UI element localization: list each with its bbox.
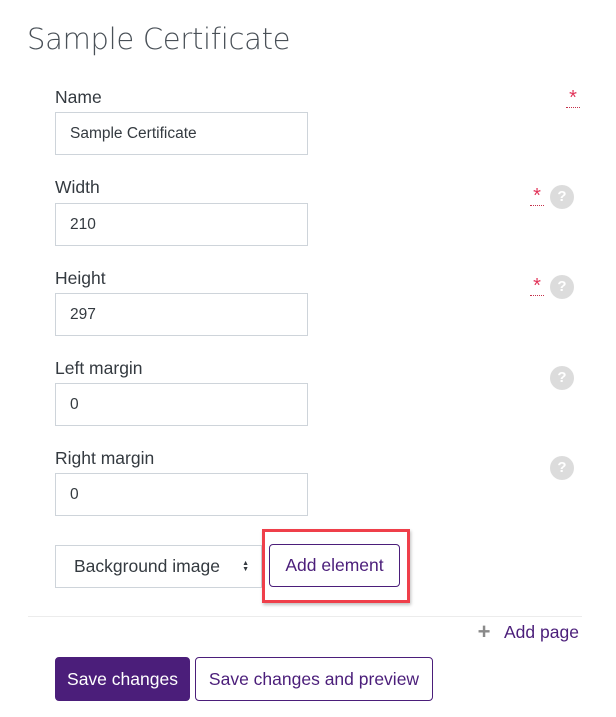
required-icon: * — [530, 276, 544, 296]
left-margin-label: Left margin — [55, 358, 143, 378]
required-icon: * — [530, 186, 544, 206]
right-margin-label: Right margin — [55, 448, 155, 468]
select-arrow-icon: ▲ ▼ — [242, 559, 249, 573]
required-icon: * — [566, 88, 580, 108]
help-icon[interactable]: ? — [550, 185, 574, 209]
help-icon[interactable]: ? — [550, 366, 574, 390]
page-title: Sample Certificate — [27, 22, 291, 56]
height-input[interactable] — [55, 293, 308, 336]
element-type-select[interactable]: Background image ▲ ▼ — [55, 545, 262, 588]
name-input[interactable] — [55, 112, 308, 155]
width-label: Width — [55, 177, 100, 197]
plus-icon: + — [477, 619, 491, 644]
add-page-link[interactable]: + Add page — [474, 619, 579, 644]
element-type-selected: Background image — [74, 556, 220, 576]
width-input[interactable] — [55, 203, 308, 246]
add-element-button[interactable]: Add element — [269, 544, 400, 587]
divider — [28, 616, 582, 617]
left-margin-input[interactable] — [55, 383, 308, 426]
help-icon[interactable]: ? — [550, 456, 574, 480]
save-changes-button[interactable]: Save changes — [55, 657, 190, 701]
save-and-preview-button[interactable]: Save changes and preview — [195, 657, 433, 701]
right-margin-input[interactable] — [55, 473, 308, 516]
help-icon[interactable]: ? — [550, 275, 574, 299]
height-label: Height — [55, 268, 106, 288]
name-label: Name — [55, 87, 102, 107]
add-page-label: Add page — [504, 621, 579, 642]
